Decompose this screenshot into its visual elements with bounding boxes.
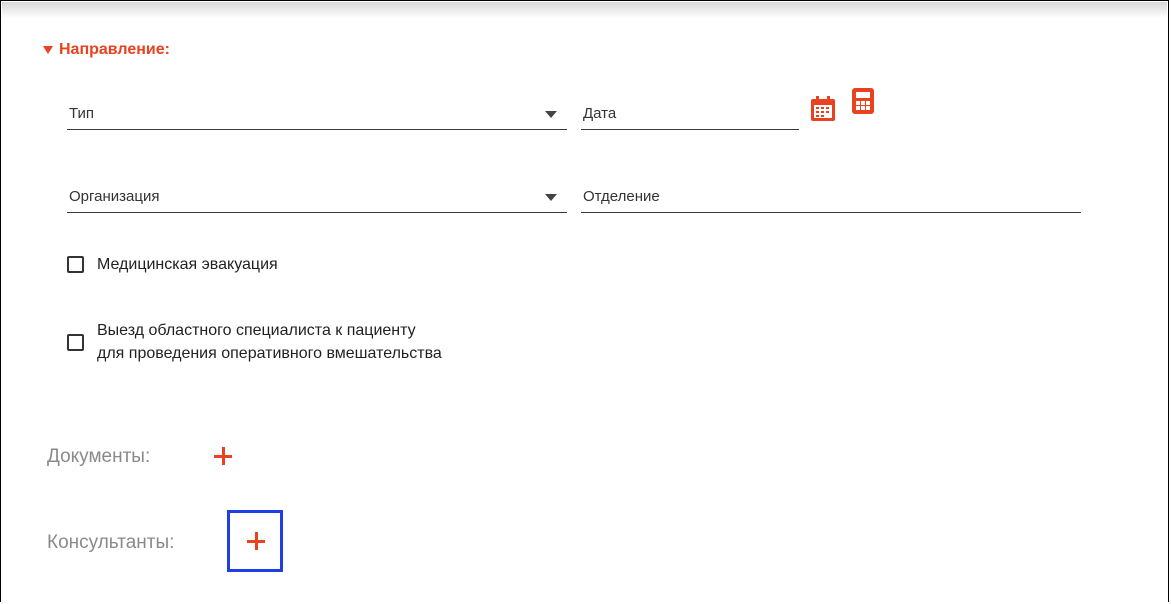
checkbox-row-specialist-visit[interactable]: Выезд областного специалиста к пациенту … (67, 319, 442, 365)
consultants-label: Консультанты: (47, 532, 175, 553)
checkbox-specialist-visit[interactable] (67, 333, 84, 351)
checkbox-label-evacuation: Медицинская эвакуация (97, 256, 278, 273)
add-document-button[interactable] (212, 445, 234, 467)
section-header-direction[interactable]: Направление: (43, 41, 170, 59)
date-label: Дата (583, 105, 617, 122)
type-select[interactable]: Тип (67, 99, 567, 130)
calendar-icon[interactable] (809, 95, 837, 123)
checkbox-label-specialist-visit: Выезд областного специалиста к пациенту … (97, 319, 442, 365)
department-label: Отделение (583, 188, 660, 205)
checkbox-medical-evacuation[interactable] (67, 256, 84, 273)
checkbox-label-line1: Выезд областного специалиста к пациенту (97, 322, 416, 339)
date-field[interactable]: Дата (581, 99, 799, 130)
caret-down-icon[interactable] (43, 46, 53, 54)
organization-select[interactable]: Организация (67, 182, 567, 213)
chevron-down-icon[interactable] (545, 194, 557, 201)
top-shadow (2, 2, 1167, 18)
section-title: Направление: (59, 41, 170, 58)
documents-label: Документы: (47, 446, 151, 467)
calculator-icon[interactable] (851, 87, 875, 115)
checkbox-row-evacuation[interactable]: Медицинская эвакуация (67, 253, 278, 276)
organization-label: Организация (69, 188, 160, 205)
add-consultant-button[interactable] (245, 530, 267, 552)
type-label: Тип (69, 105, 95, 122)
chevron-down-icon[interactable] (545, 111, 557, 118)
department-field[interactable]: Отделение (581, 182, 1081, 213)
checkbox-label-line2: для проведения оперативного вмешательств… (97, 345, 442, 362)
form-panel: Направление: Тип Дата Организация Отделе… (0, 0, 1169, 602)
